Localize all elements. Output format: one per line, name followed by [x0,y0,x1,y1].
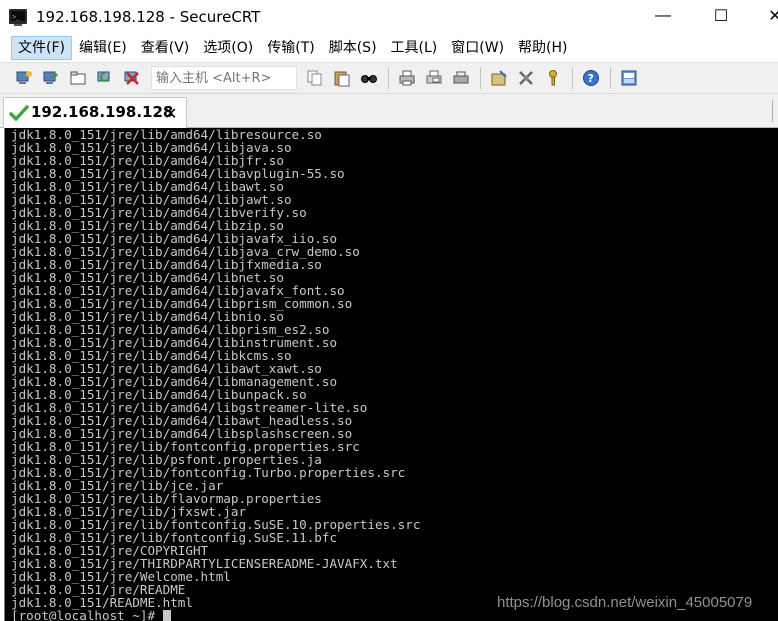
help-icon[interactable]: ? [579,66,603,90]
session-options-icon[interactable] [487,66,511,90]
menu-item[interactable]: 编辑(E) [72,36,134,60]
close-window-button[interactable]: ✕ [752,0,778,32]
log-icon[interactable] [617,66,641,90]
watermark-text: https://blog.csdn.net/weixin_45005079 [497,594,753,611]
quick-connect-icon[interactable] [39,66,63,90]
toolbar-separator [480,67,481,89]
terminal-output: jdk1.8.0_151/jre/lib/amd64/libresource.s… [11,128,420,621]
menu-item[interactable]: 帮助(H) [511,36,574,60]
terminal-view[interactable]: jdk1.8.0_151/jre/lib/amd64/libresource.s… [4,128,778,621]
toolbar: ? [0,62,778,94]
menu-item[interactable]: 选项(O) [196,36,260,60]
menu-item[interactable]: 文件(F) [11,36,72,60]
copy-icon[interactable] [303,66,327,90]
menu-bar: 文件(F) 编辑(E) 查看(V) 选项(O) 传输(T) 脚本(S) 工具(L) 窗口(W)… [0,34,778,62]
title-bar: >_ 192.168.198.128 - SecureCRT — ☐ ✕ [0,0,778,34]
checkmark-icon [9,104,29,125]
keymap-icon[interactable] [541,66,565,90]
menu-item[interactable]: 查看(V) [134,36,197,60]
menu-item[interactable]: 窗口(W) [444,36,511,60]
securecrt-app-icon: >_ [8,7,28,27]
find-icon[interactable] [357,66,381,90]
global-options-icon[interactable] [514,66,538,90]
session-tab[interactable]: 192.168.198.128 ✕ [3,97,187,128]
shell-prompt: [root@localhost ~]# [11,608,163,621]
session-tab-label: 192.168.198.128 [31,103,174,121]
disconnect-icon[interactable] [120,66,144,90]
menu-item[interactable]: 工具(L) [384,36,445,60]
paste-icon[interactable] [330,66,354,90]
close-tab-button[interactable]: ✕ [164,104,177,124]
connect-in-tab-icon[interactable] [66,66,90,90]
toolbar-separator [572,67,573,89]
minimize-button[interactable]: — [640,0,686,32]
session-tab-bar: 192.168.198.128 ✕ [0,94,778,128]
menu-item[interactable]: 传输(T) [260,36,321,60]
terminal-prompt-line: [root@localhost ~]# [11,609,420,621]
print-screen-icon[interactable] [422,66,446,90]
menu-item[interactable]: 脚本(S) [322,36,384,60]
terminal-cursor [162,610,171,621]
tab-bar-divider [772,100,773,122]
svg-text:>_: >_ [12,13,21,21]
toolbar-separator [388,67,389,89]
maximize-button[interactable]: ☐ [698,0,744,32]
toolbar-separator [610,67,611,89]
reconnect-icon[interactable] [93,66,117,90]
svg-text:?: ? [588,72,594,85]
host-input[interactable] [151,66,297,90]
print-icon[interactable] [395,66,419,90]
printer-icon[interactable] [449,66,473,90]
connect-icon[interactable] [12,66,36,90]
window-title: 192.168.198.128 - SecureCRT [36,8,261,26]
